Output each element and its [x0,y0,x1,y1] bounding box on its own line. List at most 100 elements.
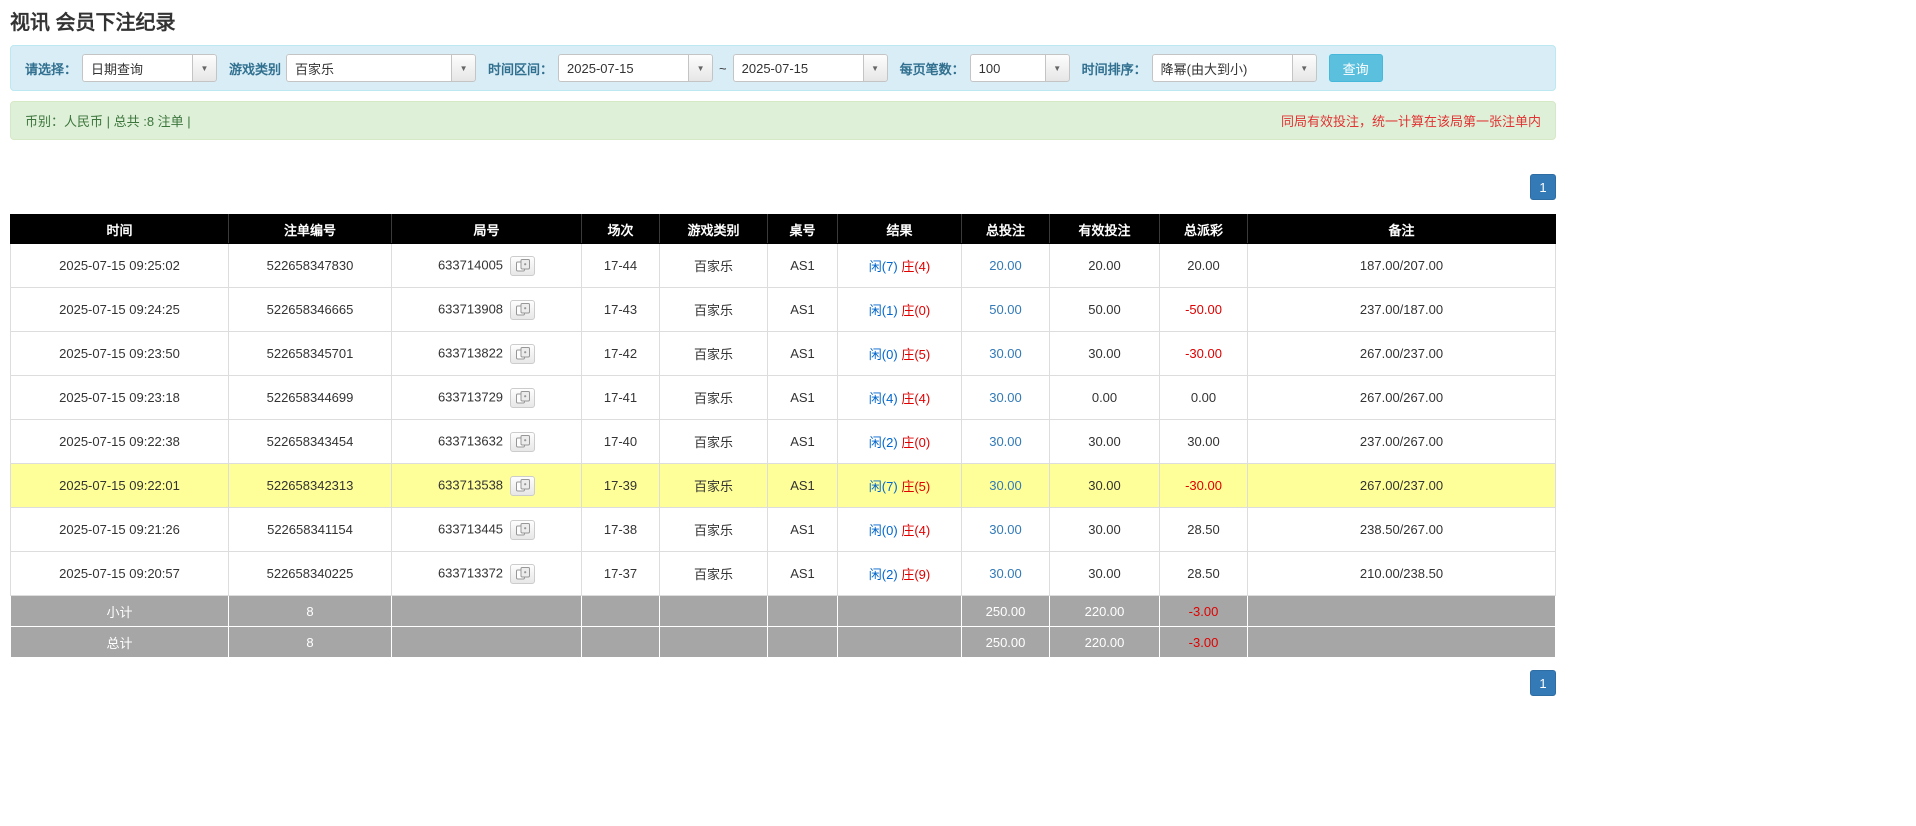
summary-total-payout: -3.00 [1159,626,1248,658]
query-type-label: 请选择： [25,61,78,77]
cell-total-payout: 20.00 [1159,243,1248,288]
cell-total-payout: 30.00 [1159,419,1248,464]
filter-bar: 请选择： ▼ 游戏类别 ▼ 时间区间： ▼ ~ ▼ 每页笔数： ▼ 时间排序： … [10,45,1556,91]
summary-empty-cell [391,626,582,658]
cell-time: 2025-07-15 09:22:01 [10,463,229,508]
cell-table-no: AS1 [767,463,838,508]
sort-order-caret-button[interactable]: ▼ [1291,54,1317,82]
cell-game-type: 百家乐 [659,419,768,464]
cell-bet-id: 522658342313 [228,463,392,508]
cell-session: 17-41 [581,375,660,420]
cell-result: 闲(0) 庄(5) [837,331,962,376]
column-header-time: 时间 [10,214,229,244]
round-id-text: 633714005 [437,256,504,272]
round-preview-icon-button[interactable] [510,519,536,540]
round-preview-icon-button[interactable] [510,563,536,584]
total-bet-link[interactable]: 30.00 [989,566,1022,581]
result-player: 闲(1) [868,303,898,318]
result-banker: 庄(5) [901,479,931,494]
search-button[interactable]: 查询 [1328,54,1383,82]
cell-note: 267.00/267.00 [1247,375,1556,420]
cell-time: 2025-07-15 09:21:26 [10,507,229,552]
cards-icon [515,479,530,492]
per-page-input[interactable] [969,54,1045,82]
cards-icon [515,391,530,404]
summary-empty-cell [659,595,768,627]
cell-result: 闲(2) 庄(9) [837,551,962,596]
cell-total-bet: 30.00 [961,551,1050,596]
date-from-picker: ▼ [558,54,714,82]
result-player: 闲(2) [868,435,898,450]
cell-total-payout: 28.50 [1159,551,1248,596]
date-from-input[interactable] [558,54,689,82]
cell-result: 闲(1) 庄(0) [837,287,962,332]
total-bet-link[interactable]: 30.00 [989,434,1022,449]
cell-game-type: 百家乐 [659,287,768,332]
sort-order-input[interactable] [1151,54,1292,82]
query-type-select: ▼ [82,54,218,82]
date-from-caret-button[interactable]: ▼ [688,54,714,82]
cell-game-type: 百家乐 [659,551,768,596]
payout-value: 30.00 [1187,434,1220,449]
cell-round-id: 633713445 [391,507,582,552]
per-page-select: ▼ [969,54,1070,82]
total-bet-link[interactable]: 30.00 [989,390,1022,405]
summary-total-bet: 250.00 [961,626,1050,658]
summary-payout-value: -3.00 [1188,634,1219,650]
payout-value: 0.00 [1190,390,1217,405]
total-bet-link[interactable]: 30.00 [989,522,1022,537]
column-header-bet-id: 注单编号 [228,214,392,244]
query-type-input[interactable] [82,54,193,82]
cell-game-type: 百家乐 [659,463,768,508]
cell-table-no: AS1 [767,507,838,552]
date-to-caret-button[interactable]: ▼ [862,54,888,82]
column-header-valid-bet: 有效投注 [1049,214,1160,244]
cell-table-no: AS1 [767,551,838,596]
page-number-button[interactable]: 1 [1530,670,1556,696]
cell-bet-id: 522658346665 [228,287,392,332]
total-bet-link[interactable]: 20.00 [989,258,1022,273]
round-preview-icon-button[interactable] [510,387,536,408]
cell-table-no: AS1 [767,331,838,376]
chevron-down-icon: ▼ [200,63,209,73]
summary-empty-cell [1247,595,1556,627]
per-page-caret-button[interactable]: ▼ [1044,54,1070,82]
chevron-down-icon: ▼ [459,63,468,73]
round-preview-icon-button[interactable] [510,475,536,496]
query-type-caret-button[interactable]: ▼ [192,54,218,82]
cell-round-id: 633713538 [391,463,582,508]
cell-bet-id: 522658344699 [228,375,392,420]
column-header-session: 场次 [581,214,660,244]
summary-valid-bet: 220.00 [1049,626,1160,658]
cell-note: 238.50/267.00 [1247,507,1556,552]
round-preview-icon-button[interactable] [510,343,536,364]
cell-bet-id: 522658340225 [228,551,392,596]
bet-records-table: 时间 注单编号 局号 场次 游戏类别 桌号 结果 总投注 有效投注 总派彩 备注 2025-07-1… [10,214,1556,658]
cell-valid-bet: 30.00 [1049,463,1160,508]
cell-round-id: 633713822 [391,331,582,376]
currency-summary-text: 币别：人民币 | 总共 :8 注单 | [25,114,191,129]
cell-time: 2025-07-15 09:23:50 [10,331,229,376]
game-type-input[interactable] [286,54,452,82]
cell-round-id: 633713632 [391,419,582,464]
total-bet-link[interactable]: 30.00 [989,346,1022,361]
cell-result: 闲(4) 庄(4) [837,375,962,420]
game-type-caret-button[interactable]: ▼ [451,54,477,82]
payout-value: -30.00 [1185,478,1222,493]
summary-empty-cell [837,626,962,658]
round-preview-icon-button[interactable] [510,431,536,452]
total-bet-link[interactable]: 30.00 [989,478,1022,493]
round-preview-icon-button[interactable] [510,299,536,320]
total-bet-link[interactable]: 50.00 [989,302,1022,317]
column-header-total-payout: 总派彩 [1159,214,1248,244]
cell-total-bet: 30.00 [961,507,1050,552]
summary-label: 总计 [10,626,229,658]
date-to-input[interactable] [732,54,863,82]
cell-total-payout: 0.00 [1159,375,1248,420]
round-preview-icon-button[interactable] [510,255,536,276]
cell-note: 187.00/207.00 [1247,243,1556,288]
summary-empty-cell [767,626,838,658]
cell-bet-id: 522658345701 [228,331,392,376]
cell-bet-id: 522658341154 [228,507,392,552]
page-number-button[interactable]: 1 [1530,174,1556,200]
